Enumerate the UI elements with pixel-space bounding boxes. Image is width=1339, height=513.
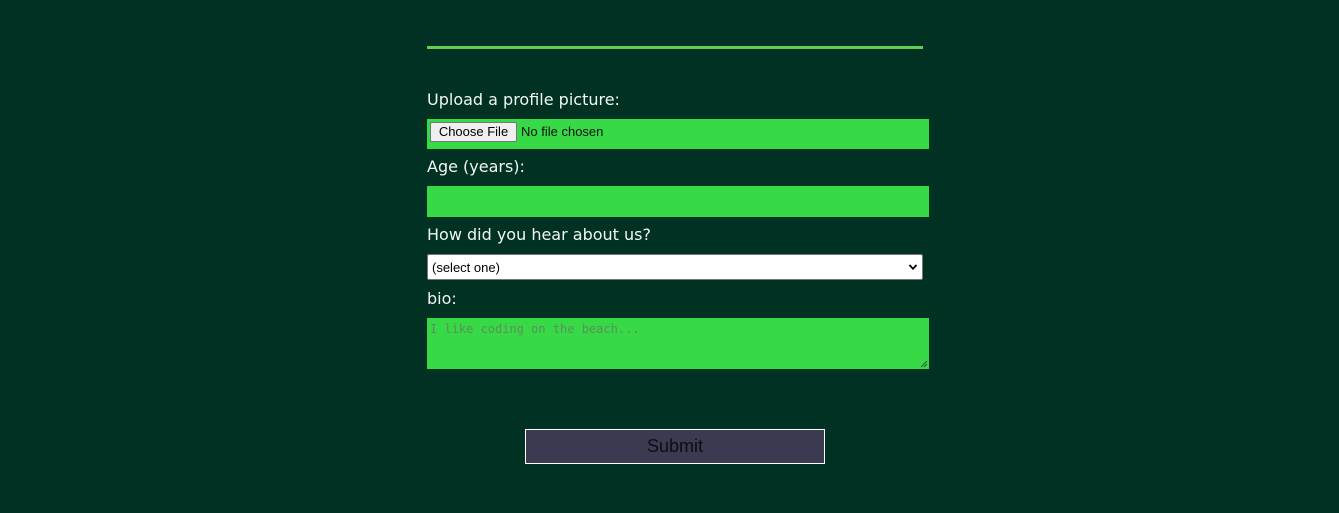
bio-placeholder: I like coding on the beach... — [430, 322, 640, 336]
age-input[interactable] — [427, 186, 929, 217]
referral-source-label: How did you hear about us? — [427, 225, 651, 244]
bio-label: bio: — [427, 289, 457, 308]
bio-textarea[interactable]: I like coding on the beach... — [427, 318, 929, 369]
profile-picture-file-input[interactable]: Choose File No file chosen — [427, 119, 929, 149]
file-status-text: No file chosen — [521, 124, 604, 139]
age-label: Age (years): — [427, 157, 525, 176]
select-value: (select one) — [432, 260, 500, 275]
chevron-down-icon — [908, 264, 918, 271]
resize-handle-icon[interactable] — [920, 360, 928, 368]
referral-source-select[interactable]: (select one) — [427, 254, 923, 280]
choose-file-button[interactable]: Choose File — [430, 122, 517, 142]
page: Upload a profile picture: Choose File No… — [0, 0, 1339, 513]
upload-picture-label: Upload a profile picture: — [427, 90, 620, 109]
submit-button[interactable]: Submit — [525, 429, 825, 464]
section-divider — [427, 46, 923, 49]
